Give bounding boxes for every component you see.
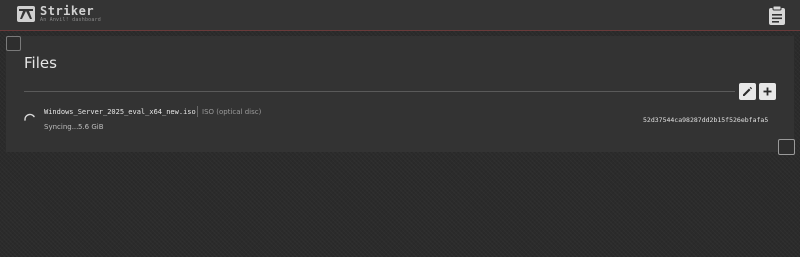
syncing-spinner-icon [24,113,35,121]
panel-corner-bottom-right [778,139,795,155]
brand-title: Striker [40,4,95,18]
edit-button[interactable] [739,83,756,100]
anvil-logo-icon[interactable] [17,6,35,22]
plus-icon [763,87,772,96]
file-type: ISO (optical disc) [202,108,262,116]
file-checksum: 52d37544ca98287dd2b15f526ebfafa5 [643,116,769,124]
panel-divider [24,91,735,92]
clipboard-icon[interactable] [768,5,786,25]
file-separator [197,106,198,117]
panel-title: Files [24,54,57,72]
files-panel [6,36,794,152]
add-file-button[interactable] [759,83,776,100]
file-name[interactable]: Windows_Server_2025_eval_x64_new.iso [44,108,196,117]
brand-subtitle: An Anvil! dashboard [40,17,101,23]
sync-status: Syncing... [44,123,79,131]
app-header: Striker An Anvil! dashboard [0,0,800,31]
panel-corner-top-left [6,36,21,51]
pencil-icon [743,86,753,96]
file-size: 5.6 GiB [78,123,104,131]
